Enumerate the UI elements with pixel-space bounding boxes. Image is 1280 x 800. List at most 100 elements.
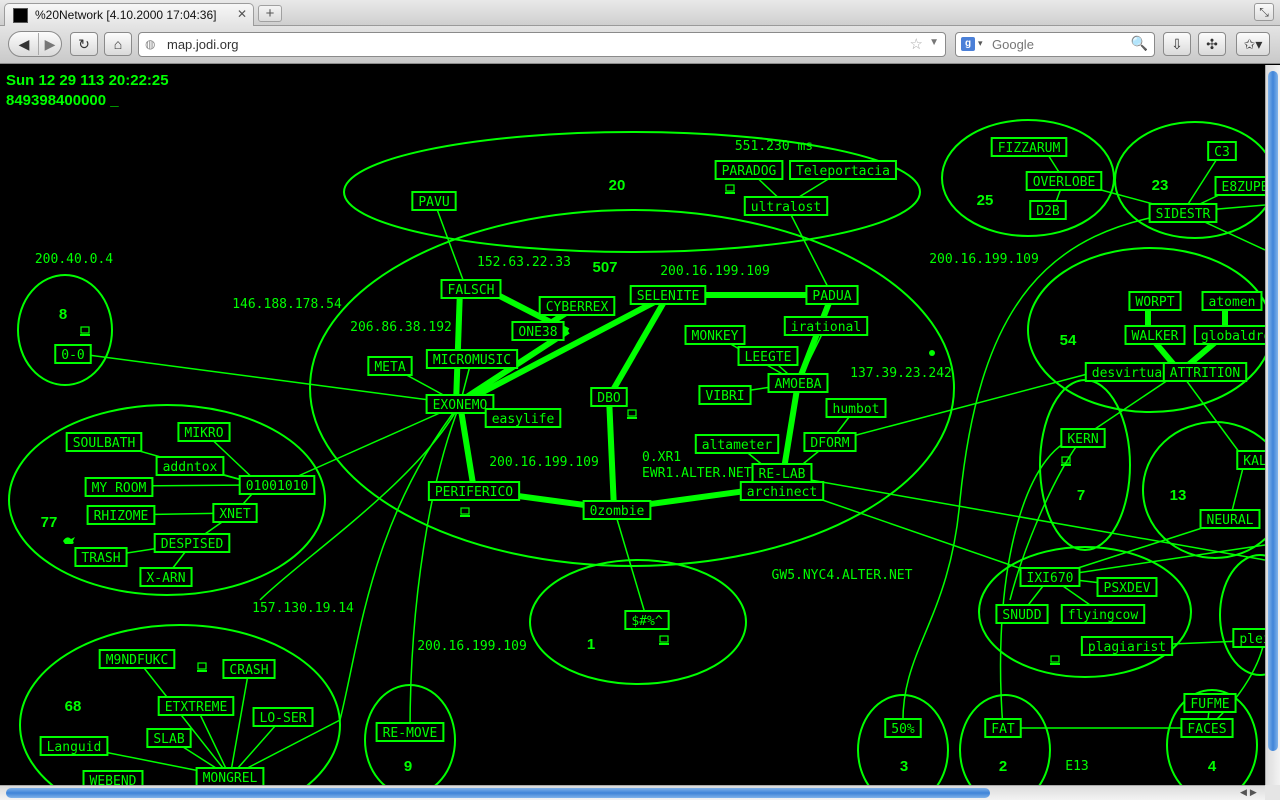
node-myroom[interactable]: MY ROOM — [84, 477, 154, 497]
horizontal-scrollbar[interactable]: ◀▶ — [0, 785, 1265, 800]
bookmarks-button[interactable]: ✩▾ — [1236, 32, 1270, 56]
node-ultralost[interactable]: ultralost — [743, 196, 829, 216]
node-crash[interactable]: CRASH — [222, 659, 276, 679]
node-c3[interactable]: C3 — [1207, 141, 1237, 161]
node-attrition[interactable]: ATTRITION — [1162, 362, 1248, 382]
node-faces[interactable]: FACES — [1180, 718, 1234, 738]
node-soulbath[interactable]: SOULBATH — [65, 432, 143, 452]
node-amoeba[interactable]: AMOEBA — [767, 373, 829, 393]
node-xarn[interactable]: X-ARN — [139, 567, 193, 587]
node-pct50[interactable]: 50% — [884, 718, 922, 738]
node-trash[interactable]: TRASH — [74, 547, 128, 567]
node-mongrel[interactable]: MONGREL — [195, 767, 265, 785]
addons-button[interactable]: ✣ — [1198, 32, 1226, 56]
node-one38[interactable]: ONE38 — [511, 321, 565, 341]
search-engine-icon[interactable]: g — [961, 37, 975, 51]
reload-button[interactable]: ↻ — [70, 32, 98, 56]
node-webend[interactable]: WEBEND — [82, 770, 144, 785]
node-ixi670[interactable]: IXI670 — [1019, 567, 1081, 587]
node-irational[interactable]: irational — [783, 316, 869, 336]
node-exonemo[interactable]: EXONEMO — [425, 394, 495, 414]
node-etxtreme[interactable]: ETXTREME — [157, 696, 235, 716]
node-archinect[interactable]: archinect — [739, 481, 825, 501]
node-sidestr[interactable]: SIDESTR — [1148, 203, 1218, 223]
download-button[interactable]: ⇩ — [1163, 32, 1191, 56]
node-kal[interactable]: KAL — [1236, 450, 1265, 470]
node-e8zupe[interactable]: E8ZUPE — [1214, 176, 1265, 196]
node-micromusic[interactable]: MICROMUSIC — [425, 349, 519, 369]
node-fufme[interactable]: FUFME — [1183, 693, 1237, 713]
magnifier-icon[interactable]: 🔍 — [1131, 35, 1148, 52]
url-text[interactable]: map.jodi.org — [167, 37, 239, 52]
home-button[interactable]: ⌂ — [104, 32, 132, 56]
node-m9ndfukc[interactable]: M9NDFUKC — [98, 649, 176, 669]
node-worpt[interactable]: WORPT — [1128, 291, 1182, 311]
node-easylife[interactable]: easylife — [484, 408, 562, 428]
horizontal-scroll-thumb[interactable] — [6, 788, 990, 798]
browser-tab[interactable]: %20Network [4.10.2000 17:04:36] ✕ — [4, 3, 254, 26]
node-addntox[interactable]: addntox — [155, 456, 225, 476]
node-relab[interactable]: RE-LAB — [751, 463, 813, 483]
vertical-scrollbar[interactable] — [1265, 65, 1280, 785]
node-altameter[interactable]: altameter — [694, 434, 780, 454]
node-overlobe[interactable]: OVERLOBE — [1025, 171, 1103, 191]
node-dbo[interactable]: DBO — [590, 387, 628, 407]
search-input[interactable]: Google — [992, 37, 1034, 52]
node-falsch[interactable]: FALSCH — [440, 279, 502, 299]
fullscreen-icon[interactable]: ⤡ — [1254, 3, 1274, 21]
node-languid[interactable]: Languid — [39, 736, 109, 756]
node-oo[interactable]: 0-0 — [54, 344, 92, 364]
scroll-arrows-icon[interactable]: ◀▶ — [1240, 787, 1260, 798]
new-tab-button[interactable]: + — [258, 5, 282, 22]
node-remove[interactable]: RE-MOVE — [375, 722, 445, 742]
node-rhizome[interactable]: RHIZOME — [86, 505, 156, 525]
node-meta[interactable]: META — [367, 356, 413, 376]
search-engine-dropdown-icon[interactable]: ▾ — [978, 38, 983, 49]
node-monkey[interactable]: MONKEY — [684, 325, 746, 345]
node-atomen[interactable]: atomen — [1201, 291, 1263, 311]
node-kern[interactable]: KERN — [1060, 428, 1106, 448]
node-d2b[interactable]: D2B — [1029, 200, 1067, 220]
node-leegte[interactable]: LEEGTE — [737, 346, 799, 366]
node-humbot[interactable]: humbot — [825, 398, 887, 418]
node-plei[interactable]: plei — [1232, 628, 1265, 648]
node-xnet[interactable]: XNET — [212, 503, 258, 523]
close-icon[interactable]: ✕ — [237, 7, 247, 21]
node-teleportacia[interactable]: Teleportacia — [789, 160, 897, 180]
node-paradog[interactable]: PARADOG — [714, 160, 784, 180]
node-snudd[interactable]: SNUDD — [995, 604, 1049, 624]
forward-button[interactable]: ▶ — [39, 33, 61, 55]
node-slab[interactable]: SLAB — [146, 728, 192, 748]
node-label: 50% — [891, 722, 915, 737]
node-neural[interactable]: NEURAL — [1199, 509, 1261, 529]
back-button[interactable]: ◀ — [10, 33, 39, 55]
node-loser[interactable]: LO-SER — [252, 707, 314, 727]
node-fizzarum[interactable]: FIZZARUM — [990, 137, 1068, 157]
search-bar[interactable]: g ▾ Google 🔍 — [955, 32, 1155, 57]
node-padua[interactable]: PADUA — [805, 285, 859, 305]
bookmark-star-icon[interactable]: ☆ — [910, 35, 923, 53]
node-cyberrex[interactable]: CYBERREX — [538, 296, 616, 316]
node-periferico[interactable]: PERIFERICO — [427, 481, 521, 501]
vertical-scroll-thumb[interactable] — [1268, 71, 1278, 751]
node-mikro[interactable]: MIKRO — [177, 422, 231, 442]
cluster-number: 77 — [41, 514, 58, 531]
node-globaldrom[interactable]: globaldrom — [1193, 325, 1265, 345]
node-fat[interactable]: FAT — [984, 718, 1022, 738]
node-symbols[interactable]: $#%^ — [624, 610, 670, 630]
node-dform[interactable]: DFORM — [803, 432, 857, 452]
node-psxdev[interactable]: PSXDEV — [1096, 577, 1158, 597]
node-desvirtua[interactable]: desvirtua — [1084, 362, 1170, 382]
node-walker[interactable]: WALKER — [1124, 325, 1186, 345]
node-despised[interactable]: DESPISED — [153, 533, 231, 553]
node-selenite[interactable]: SELENITE — [629, 285, 707, 305]
node-flyingcow[interactable]: flyingcow — [1060, 604, 1146, 624]
node-ozombie[interactable]: 0zombie — [582, 500, 652, 520]
node-plagiarist[interactable]: plagiarist — [1080, 636, 1174, 656]
node-o1001010[interactable]: 01001010 — [238, 475, 316, 495]
url-history-dropdown-icon[interactable]: ▼ — [929, 37, 939, 48]
computer-icon — [80, 326, 90, 336]
url-bar[interactable]: ◍ map.jodi.org ☆ ▼ — [138, 32, 946, 57]
node-pavu[interactable]: PAVU — [411, 191, 457, 211]
node-vibri[interactable]: VIBRI — [698, 385, 752, 405]
